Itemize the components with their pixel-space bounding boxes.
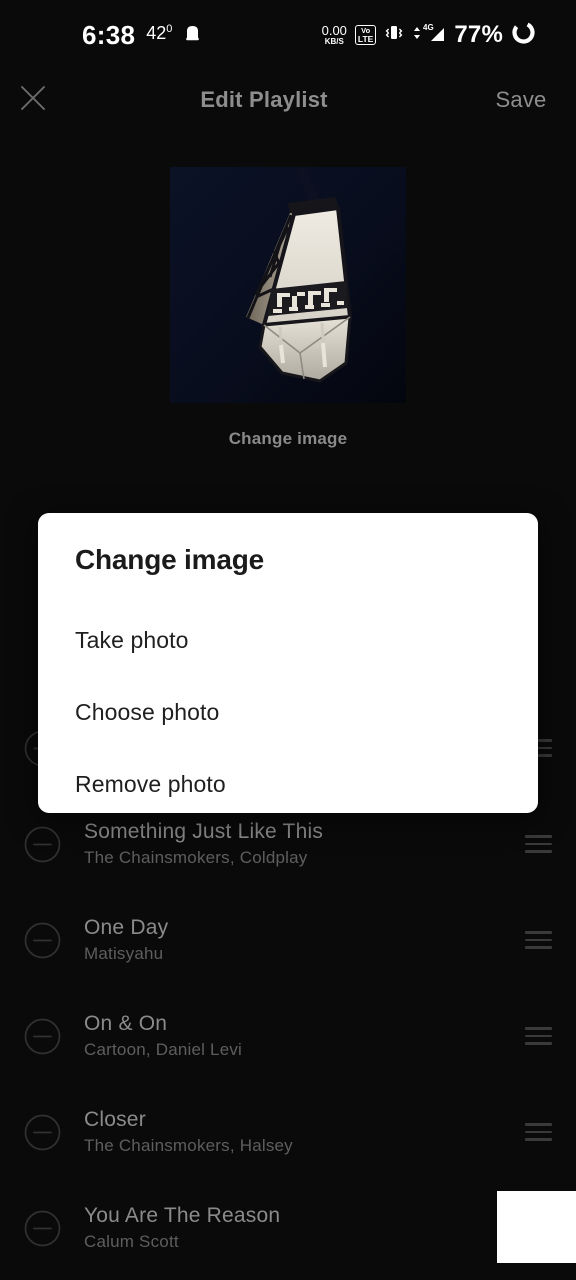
song-title: On & On — [84, 1012, 168, 1035]
song-text: Something Just Like This The Chainsmoker… — [84, 820, 500, 868]
drag-handle-icon[interactable] — [500, 835, 576, 853]
song-text: You Are The Reason Calum Scott — [84, 1204, 500, 1252]
drag-handle-icon[interactable] — [500, 1027, 576, 1045]
lantern-photo — [170, 167, 406, 403]
status-time: 6:38 — [82, 19, 136, 50]
song-title: Closer — [84, 1108, 146, 1131]
remove-song-button[interactable] — [0, 825, 84, 864]
volte-line-2: LTE — [357, 33, 374, 44]
remove-song-button[interactable] — [0, 1017, 84, 1056]
vibrate-icon — [384, 23, 404, 47]
song-artist: Cartoon, Daniel Levi — [84, 1040, 243, 1059]
playlist-cover-image[interactable] — [170, 167, 406, 403]
dialog-title: Change image — [75, 544, 264, 575]
song-artist: Calum Scott — [84, 1232, 179, 1251]
save-button[interactable]: Save — [466, 87, 576, 113]
app-header: Edit Playlist Save — [0, 70, 576, 130]
battery-percent: 77% — [454, 21, 503, 48]
song-artist: Matisyahu — [84, 944, 164, 963]
white-overlay-rect — [497, 1191, 576, 1263]
close-icon — [17, 82, 49, 119]
song-artist: The Chainsmokers, Halsey — [84, 1136, 293, 1155]
dialog-option-take-photo[interactable]: Take photo — [38, 604, 538, 676]
dialog-option-choose-photo[interactable]: Choose photo — [38, 676, 538, 748]
app-screen: 6:38 420 0.00 KB/S Vo LTE 4G 77% Edit Pl… — [0, 0, 576, 1280]
drag-handle-icon[interactable] — [500, 931, 576, 949]
network-speed-value: 0.00 — [321, 23, 347, 38]
change-image-dialog: Change image Take photo Choose photo Rem… — [38, 513, 538, 813]
remove-song-button[interactable] — [0, 1113, 84, 1152]
page-title: Edit Playlist — [200, 87, 328, 112]
remove-song-button[interactable] — [0, 921, 84, 960]
song-text: On & On Cartoon, Daniel Levi — [84, 1012, 500, 1060]
table-row[interactable]: On & On Cartoon, Daniel Levi — [0, 988, 576, 1084]
close-button[interactable] — [4, 70, 62, 130]
song-title: Something Just Like This — [84, 820, 324, 843]
svg-text:4G: 4G — [423, 23, 434, 32]
dialog-option-list: Take photo Choose photo Remove photo — [38, 604, 538, 820]
song-title: You Are The Reason — [84, 1204, 281, 1227]
network-speed-indicator: 0.00 KB/S — [322, 24, 347, 46]
battery-circle-icon — [511, 20, 536, 50]
song-artist: The Chainsmokers, Coldplay — [84, 848, 308, 867]
remove-song-button[interactable] — [0, 1209, 84, 1248]
drag-handle-icon[interactable] — [500, 1123, 576, 1141]
table-row[interactable]: You Are The Reason Calum Scott — [0, 1180, 576, 1276]
volte-icon: Vo LTE — [354, 25, 377, 45]
status-bar-right: 0.00 KB/S Vo LTE 4G 77% — [322, 20, 556, 50]
status-bar: 6:38 420 0.00 KB/S Vo LTE 4G 77% — [0, 0, 576, 70]
table-row[interactable]: One Day Matisyahu — [0, 892, 576, 988]
song-text: Closer The Chainsmokers, Halsey — [84, 1108, 500, 1156]
network-speed-unit: KB/S — [324, 37, 344, 46]
song-title: One Day — [84, 916, 169, 939]
change-image-label[interactable]: Change image — [0, 429, 576, 449]
table-row[interactable]: Closer The Chainsmokers, Halsey — [0, 1084, 576, 1180]
signal-bars-icon: 4G — [412, 22, 446, 48]
dialog-option-remove-photo[interactable]: Remove photo — [38, 748, 538, 820]
cloud-icon — [183, 23, 202, 47]
status-temperature: 420 — [146, 22, 173, 43]
status-bar-left: 6:38 420 — [20, 20, 202, 51]
song-text: One Day Matisyahu — [84, 916, 500, 964]
